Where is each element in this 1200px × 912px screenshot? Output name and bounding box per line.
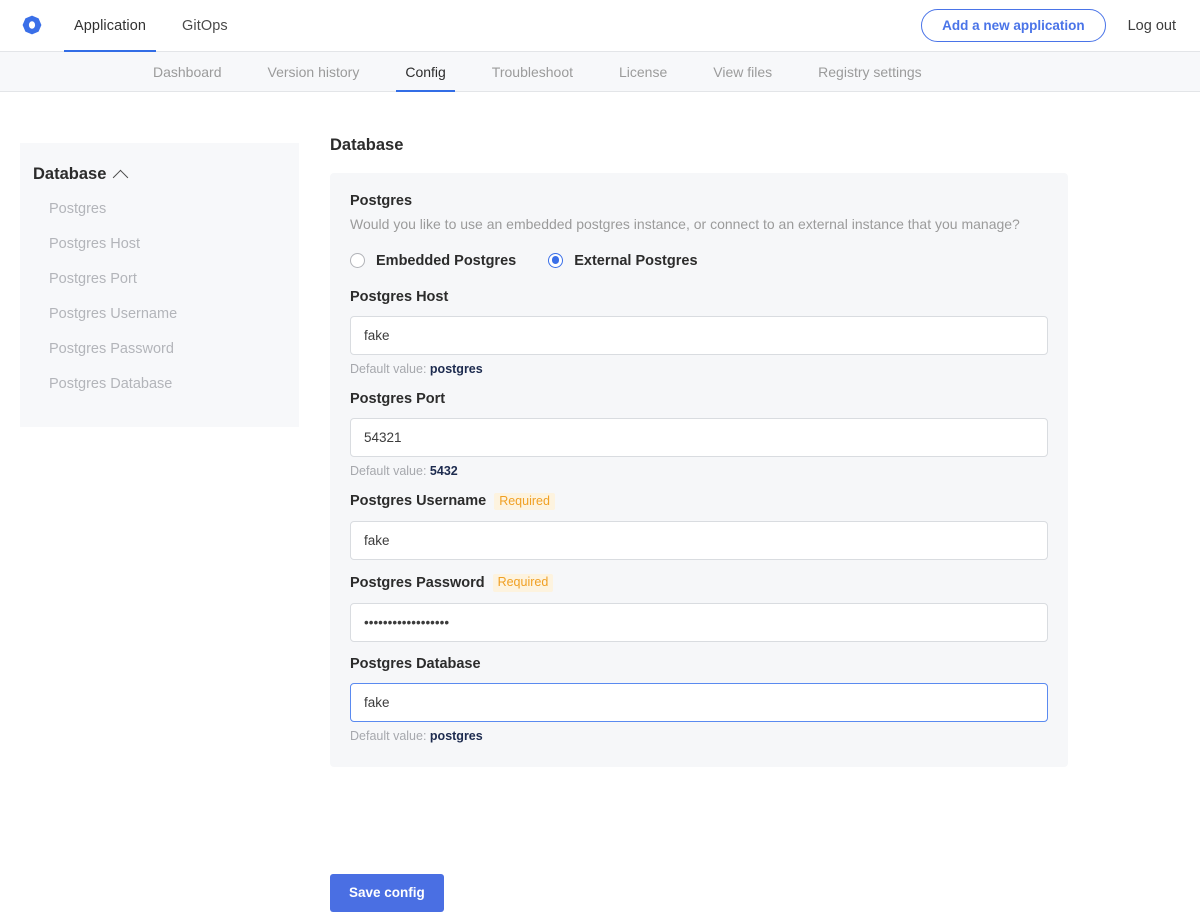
config-group-name: Postgres xyxy=(350,193,1048,209)
subnav-item-config[interactable]: Config xyxy=(382,52,468,91)
field-label-postgres-database: Postgres Database xyxy=(350,656,1048,672)
sidebar-item-postgres-password[interactable]: Postgres Password xyxy=(20,331,299,366)
sidebar-item-label: Postgres xyxy=(49,201,106,217)
field-label-postgres-port: Postgres Port xyxy=(350,391,1048,407)
field-postgres-password: Postgres Password Required xyxy=(350,574,1048,656)
subnav-item-view-files[interactable]: View files xyxy=(690,52,795,91)
config-group-help-text: Would you like to use an embedded postgr… xyxy=(350,215,1048,235)
sidebar-item-label: Postgres Port xyxy=(49,271,137,287)
postgres-port-input[interactable] xyxy=(350,418,1048,457)
field-postgres-database: Postgres Database Default value: postgre… xyxy=(350,656,1048,743)
postgres-host-input[interactable] xyxy=(350,316,1048,355)
save-config-row: Save config xyxy=(330,874,444,912)
default-value-text: postgres xyxy=(430,362,483,376)
tab-gitops-label: GitOps xyxy=(182,18,228,34)
sidebar-group-label: Database xyxy=(33,165,106,184)
sidebar-item-label: Postgres Username xyxy=(49,306,177,322)
radio-embedded-postgres-label: Embedded Postgres xyxy=(376,253,516,269)
radio-external-postgres[interactable]: External Postgres xyxy=(548,253,697,269)
postgres-port-default-value: Default value: 5432 xyxy=(350,464,1048,478)
field-postgres-host: Postgres Host Default value: postgres xyxy=(350,289,1048,376)
sidebar-item-postgres[interactable]: Postgres xyxy=(20,191,299,226)
required-badge: Required xyxy=(494,493,555,511)
radio-unchecked-icon xyxy=(350,253,365,268)
field-label-postgres-username: Postgres Username Required xyxy=(350,493,1048,511)
default-value-text: 5432 xyxy=(430,464,458,478)
sidebar-item-label: Postgres Database xyxy=(49,376,172,392)
subnav-item-license[interactable]: License xyxy=(596,52,690,91)
field-label-postgres-host: Postgres Host xyxy=(350,289,1048,305)
sidebar-item-postgres-database[interactable]: Postgres Database xyxy=(20,366,299,401)
page-title: Database xyxy=(330,136,1068,155)
subnav-label-registry-settings: Registry settings xyxy=(818,64,921,80)
tab-gitops[interactable]: GitOps xyxy=(164,0,246,51)
subnav-item-troubleshoot[interactable]: Troubleshoot xyxy=(469,52,596,91)
field-label-text: Postgres Password xyxy=(350,575,485,591)
chevron-up-icon xyxy=(113,170,129,186)
top-nav-tabs: Application GitOps xyxy=(56,0,246,51)
top-navigation-bar: Application GitOps Add a new application… xyxy=(0,0,1200,52)
field-postgres-port: Postgres Port Default value: 5432 xyxy=(350,391,1048,478)
field-label-text: Postgres Port xyxy=(350,391,445,407)
postgres-database-default-value: Default value: postgres xyxy=(350,729,1048,743)
radio-embedded-postgres[interactable]: Embedded Postgres xyxy=(350,253,516,269)
postgres-host-default-value: Default value: postgres xyxy=(350,362,1048,376)
subnav-label-view-files: View files xyxy=(713,64,772,80)
subnav-item-version-history[interactable]: Version history xyxy=(245,52,383,91)
sidebar-item-postgres-port[interactable]: Postgres Port xyxy=(20,261,299,296)
tab-application-label: Application xyxy=(74,18,146,34)
sub-navigation-bar: Dashboard Version history Config Trouble… xyxy=(0,52,1200,92)
save-config-button[interactable]: Save config xyxy=(330,874,444,912)
sidebar-item-postgres-host[interactable]: Postgres Host xyxy=(20,226,299,261)
subnav-label-version-history: Version history xyxy=(268,64,360,80)
subnav-label-license: License xyxy=(619,64,667,80)
subnav-item-dashboard[interactable]: Dashboard xyxy=(130,52,245,91)
field-label-text: Postgres Username xyxy=(350,493,486,509)
subnav-item-registry-settings[interactable]: Registry settings xyxy=(795,52,944,91)
default-value-prefix: Default value: xyxy=(350,729,426,743)
subnav-label-troubleshoot: Troubleshoot xyxy=(492,64,573,80)
sidebar-group-database[interactable]: Database xyxy=(20,165,299,184)
replicated-logo-icon xyxy=(20,14,44,38)
subnav-label-config: Config xyxy=(405,64,445,80)
add-new-application-button[interactable]: Add a new application xyxy=(921,9,1106,43)
config-group-card: Postgres Would you like to use an embedd… xyxy=(330,173,1068,767)
required-badge: Required xyxy=(493,574,554,592)
postgres-password-input[interactable] xyxy=(350,603,1048,642)
logout-link[interactable]: Log out xyxy=(1128,18,1176,34)
radio-external-postgres-label: External Postgres xyxy=(574,253,697,269)
field-spacer xyxy=(350,560,1048,574)
brand-logo[interactable] xyxy=(0,14,56,38)
postgres-mode-radio-group: Embedded Postgres External Postgres xyxy=(350,253,1048,269)
field-label-postgres-password: Postgres Password Required xyxy=(350,574,1048,592)
sidebar-item-label: Postgres Host xyxy=(49,236,140,252)
field-spacer xyxy=(350,642,1048,656)
config-main-content: Database Postgres Would you like to use … xyxy=(330,136,1068,767)
page-body: Database Postgres Postgres Host Postgres… xyxy=(0,92,1200,873)
radio-checked-icon xyxy=(548,253,563,268)
sidebar-item-label: Postgres Password xyxy=(49,341,174,357)
default-value-prefix: Default value: xyxy=(350,464,426,478)
default-value-prefix: Default value: xyxy=(350,362,426,376)
sidebar-item-postgres-username[interactable]: Postgres Username xyxy=(20,296,299,331)
subnav-label-dashboard: Dashboard xyxy=(153,64,222,80)
field-label-text: Postgres Database xyxy=(350,656,481,672)
field-label-text: Postgres Host xyxy=(350,289,448,305)
postgres-username-input[interactable] xyxy=(350,521,1048,560)
config-sidebar: Database Postgres Postgres Host Postgres… xyxy=(20,143,299,427)
field-postgres-username: Postgres Username Required xyxy=(350,493,1048,575)
top-nav-actions: Add a new application Log out xyxy=(921,9,1176,43)
default-value-text: postgres xyxy=(430,729,483,743)
tab-application[interactable]: Application xyxy=(56,0,164,51)
postgres-database-input[interactable] xyxy=(350,683,1048,722)
